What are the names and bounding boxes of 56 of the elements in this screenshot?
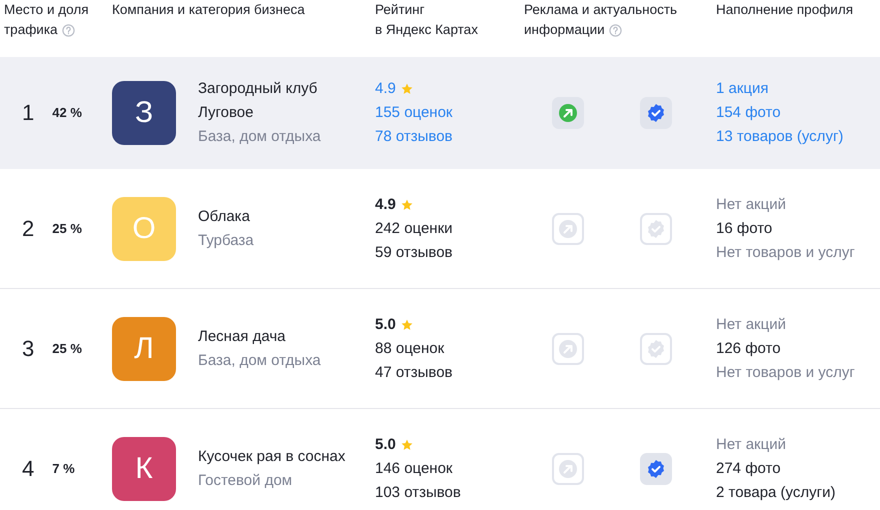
reviews-count: 59 отзывов (375, 242, 453, 262)
traffic-share: 25 % (52, 340, 82, 358)
company-category: Турбаза (198, 230, 255, 250)
ratings-count: 88 оценок (375, 338, 444, 358)
star-icon (400, 438, 413, 450)
profile-stat: 274 фото (716, 458, 782, 478)
help-icon[interactable] (608, 24, 622, 36)
company-name[interactable]: Облака (198, 204, 368, 228)
column-header: информации (524, 21, 605, 39)
star-icon (400, 198, 413, 210)
star-icon (400, 318, 413, 330)
profile-stat: 2 товара (услуги) (716, 482, 836, 502)
ratings-count: 242 оценки (375, 218, 453, 238)
rating-value: 4.9 (375, 194, 396, 214)
column-header: Рейтинг (375, 1, 425, 19)
place-number: 2 (22, 216, 34, 240)
company-logo: Л (112, 316, 176, 380)
company-category: Гостевой дом (198, 470, 294, 490)
company-logo: З (112, 81, 176, 145)
place-number: 1 (22, 101, 34, 125)
column-header: Компания и категория бизнеса (112, 1, 305, 19)
column-header: Место и доля (4, 1, 89, 19)
profile-stat: Нет товаров и услуг (716, 362, 856, 382)
company-category: База, дом отдыха (198, 350, 322, 370)
company-name[interactable]: Лесная дача (198, 324, 368, 348)
traffic-share: 42 % (52, 104, 82, 122)
profile-stat: Нет акций (716, 434, 787, 454)
table-row[interactable]: 1 42 % З Загородный клуб Луговое База, дом отдыха 4.9 155 оценок 78 отзывов 1 акция 154 фото 13 товаров (услуг) (0, 57, 880, 169)
rating-value: 5.0 (375, 434, 396, 454)
star-icon (400, 83, 413, 95)
company-name[interactable]: Загородный клуб Луговое (198, 77, 368, 125)
column-header: Наполнение профиля (716, 1, 854, 19)
profile-stat: 126 фото (716, 338, 782, 358)
traffic-share: 7 % (52, 460, 75, 478)
place-number: 3 (22, 336, 34, 360)
profile-stat: Нет акций (716, 314, 787, 334)
profile-stat: 16 фото (716, 218, 774, 238)
column-header: трафика (4, 21, 58, 39)
ratings-count: 146 оценок (375, 458, 452, 478)
help-icon[interactable] (62, 24, 75, 36)
table-row[interactable]: 2 25 % О Облака Турбаза 4.9 242 оценки 59 отзывов Нет акций 16 фото Нет товаров и услуг (0, 169, 880, 289)
rating-value: 5.0 (375, 314, 396, 334)
reviews-count: 103 отзывов (375, 482, 461, 502)
reviews-count: 47 отзывов (375, 362, 453, 382)
table-row[interactable]: 4 7 % К Кусочек рая в соснах Гостевой дом 5.0 146 оценок 103 отзывов Нет акций 274 фото 2 товара (услуги) (0, 409, 880, 510)
traffic-share: 25 % (52, 220, 82, 238)
table-row[interactable]: 3 25 % Л Лесная дача База, дом отдыха 5.0 88 оценок 47 отзывов Нет акций 126 фото Нет товаров и услуг (0, 289, 880, 409)
column-header: в Яндекс Картах (375, 21, 478, 39)
company-logo: К (112, 436, 176, 500)
column-header: Реклама и актуальность (524, 1, 678, 19)
place-number: 4 (22, 456, 34, 480)
company-name[interactable]: Кусочек рая в соснах (198, 444, 368, 468)
profile-stat: Нет акций (716, 194, 787, 214)
company-logo: О (112, 196, 176, 260)
profile-stat: Нет товаров и услуг (716, 242, 856, 262)
company-category: База, дом отдыха (198, 127, 322, 147)
